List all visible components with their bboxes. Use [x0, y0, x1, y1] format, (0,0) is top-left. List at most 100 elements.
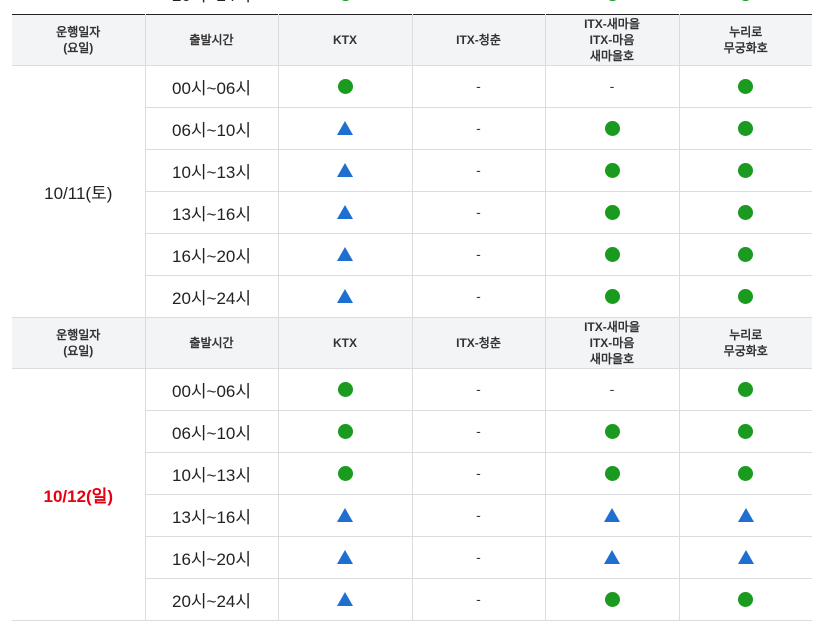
cell-nuriro [679, 410, 812, 453]
cell-itx_saemaeul [545, 578, 680, 621]
header-nuriro-line2: 무궁화호 [723, 344, 768, 358]
availability-circle-icon [604, 288, 620, 304]
cell-itx_cheongchun: - [412, 494, 546, 537]
seat-availability-table: 운행일자 (요일) 출발시간 KTX ITX-청춘 ITX-새마을 ITX-마음 새마… [12, 14, 812, 621]
departure-time-cell: 20시~24시 [145, 578, 279, 621]
cell-itx_cheongchun: - [412, 368, 546, 411]
cell-itx_cheongchun: - [412, 107, 546, 150]
cell-itx_cheongchun: - [412, 65, 546, 108]
availability-circle-icon [738, 78, 754, 94]
cell-nuriro [679, 452, 812, 495]
cell-nuriro [679, 107, 812, 150]
availability-circle-icon [604, 204, 620, 220]
header-time: 출발시간 [145, 317, 279, 369]
unavailable-dash: - [476, 422, 481, 439]
header-itx-cheongchun: ITX-청춘 [412, 317, 546, 369]
header-date-label: 운행일자 [56, 25, 101, 39]
header-itx-cheongchun: ITX-청춘 [412, 14, 546, 66]
header-itx-saemaeul-line1: ITX-새마을 [584, 320, 640, 334]
cell-nuriro [679, 149, 812, 192]
header-time: 출발시간 [145, 14, 279, 66]
unavailable-dash: - [476, 506, 481, 523]
availability-triangle-icon [337, 121, 353, 136]
cell-nuriro [679, 233, 812, 276]
header-nuriro: 누리로 무궁화호 [679, 14, 812, 66]
availability-triangle-icon [737, 550, 754, 565]
cell-ktx [278, 275, 413, 318]
availability-circle-icon [337, 465, 353, 481]
availability-circle-icon [604, 0, 620, 1]
departure-time-cell: 13시~16시 [145, 191, 279, 234]
unavailable-dash: - [476, 245, 481, 262]
unavailable-dash: - [476, 464, 481, 481]
header-date: 운행일자 (요일) [12, 14, 146, 66]
availability-triangle-icon [337, 289, 353, 304]
cell-ktx [278, 494, 413, 537]
unavailable-dash: - [476, 203, 481, 220]
table-header-row: 운행일자 (요일) 출발시간 KTX ITX-청춘 ITX-새마을 ITX-마음 새마… [12, 14, 812, 66]
availability-triangle-icon [604, 508, 620, 523]
cell-ktx [278, 452, 413, 495]
table-header-row: 운행일자 (요일) 출발시간 KTX ITX-청춘 ITX-새마을 ITX-마음 새마… [12, 317, 812, 369]
cell-itx_saemaeul [545, 494, 680, 537]
availability-circle-icon [738, 381, 754, 397]
unavailable-dash: - [476, 161, 481, 178]
availability-circle-icon [604, 120, 620, 136]
departure-time-cell: 16시~20시 [145, 536, 279, 579]
availability-triangle-icon [337, 163, 353, 178]
availability-circle-icon [337, 423, 353, 439]
header-itx-saemaeul: ITX-새마을 ITX-마음 새마을호 [545, 14, 680, 66]
cell-itx_cheongchun: - [412, 452, 546, 495]
header-date: 운행일자 (요일) [12, 317, 146, 369]
header-itx-saemaeul-line1: ITX-새마을 [584, 17, 640, 31]
cell-ktx [278, 368, 413, 411]
header-date-label: 운행일자 [56, 328, 101, 342]
table-row: 10/12(일) 00시~06시 - - [12, 368, 812, 621]
departure-time-cell: 00시~06시 [145, 368, 279, 411]
cell-itx_saemaeul [545, 275, 680, 318]
departure-time-cell: 13시~16시 [145, 494, 279, 537]
header-nuriro: 누리로 무궁화호 [679, 317, 812, 369]
prev-row-ktx [278, 0, 412, 14]
cell-itx_cheongchun: - [412, 578, 546, 621]
unavailable-dash: - [476, 287, 481, 304]
header-ktx: KTX [278, 317, 413, 369]
availability-circle-icon [337, 0, 353, 1]
availability-circle-icon [738, 591, 754, 607]
cell-nuriro [679, 65, 812, 108]
cell-itx_saemaeul [545, 410, 680, 453]
availability-triangle-icon [337, 247, 353, 262]
date-cell: 10/12(일) [12, 368, 146, 621]
availability-triangle-icon [604, 550, 620, 565]
header-itx-saemaeul-line2: ITX-마음 [589, 33, 635, 47]
availability-circle-icon [604, 465, 620, 481]
availability-circle-icon [738, 0, 753, 1]
header-date-sub-label: (요일) [63, 41, 94, 55]
cell-nuriro [679, 368, 812, 411]
departure-time-cell: 20시~24시 [145, 275, 279, 318]
seat-availability-table-wrap: 운행일자 (요일) 출발시간 KTX ITX-청춘 ITX-새마을 ITX-마음 새마… [12, 14, 812, 621]
cell-itx_saemaeul [545, 191, 680, 234]
availability-circle-icon [738, 120, 754, 136]
cell-nuriro [679, 578, 812, 621]
cell-ktx [278, 410, 413, 453]
cell-itx_cheongchun: - [412, 149, 546, 192]
cell-ktx [278, 233, 413, 276]
cell-itx_cheongchun: - [412, 275, 546, 318]
availability-triangle-icon [737, 508, 754, 523]
previous-row-remnant: 20시~24시 [12, 0, 812, 14]
availability-circle-icon [604, 423, 620, 439]
table-row: 10/11(토) 00시~06시 - - [12, 65, 812, 318]
unavailable-dash: - [476, 590, 481, 607]
date-cell: 10/11(토) [12, 65, 146, 318]
unavailable-dash: - [609, 380, 615, 397]
cell-itx_saemaeul [545, 452, 680, 495]
cell-itx_cheongchun: - [412, 191, 546, 234]
cell-ktx [278, 578, 413, 621]
unavailable-dash: - [476, 548, 481, 565]
availability-circle-icon [337, 78, 353, 94]
departure-time-cell: 00시~06시 [145, 65, 279, 108]
cell-nuriro [679, 536, 812, 579]
departure-time-cell: 06시~10시 [145, 410, 279, 453]
cell-nuriro [679, 275, 812, 318]
